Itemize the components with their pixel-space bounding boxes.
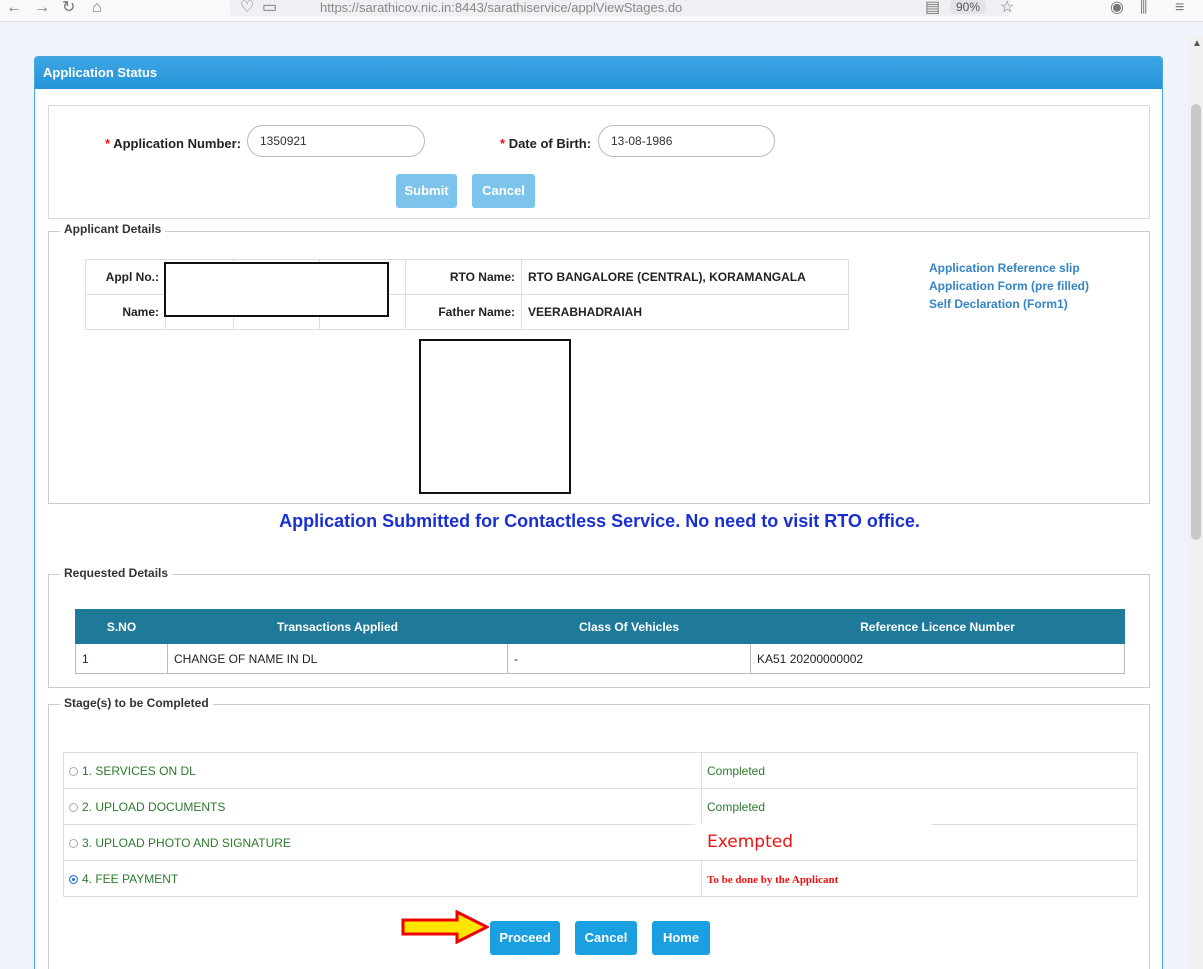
requested-details-table: S.NO Transactions Applied Class Of Vehic… <box>75 609 1125 674</box>
col-sno: S.NO <box>75 609 168 644</box>
appl-no-label: Appl No.: <box>85 259 166 295</box>
scrollbar-thumb[interactable] <box>1191 104 1201 540</box>
father-name-value: VEERABHADRAIAH <box>521 294 849 330</box>
cell-sno: 1 <box>75 643 168 674</box>
application-form-link[interactable]: Application Form (pre filled) <box>929 279 1089 293</box>
library-icon[interactable]: ⫼ <box>1140 0 1147 16</box>
search-form <box>48 105 1150 219</box>
scroll-up-icon[interactable]: ▲ <box>1192 38 1202 49</box>
panel-title: Application Status <box>35 57 1162 89</box>
zoom-level[interactable]: 90% <box>950 0 987 14</box>
url-text[interactable]: https://sarathicov.nic.in:8443/sarathise… <box>320 0 682 15</box>
stage-status: To be done by the Applicant <box>701 860 1138 897</box>
stage-label[interactable]: 3. UPLOAD PHOTO AND SIGNATURE <box>63 824 702 861</box>
menu-icon[interactable]: ≡ <box>1175 0 1184 16</box>
father-name-label: Father Name: <box>405 294 522 330</box>
stage-row[interactable]: 2. UPLOAD DOCUMENTS Completed <box>63 788 1138 825</box>
application-status-panel: Application Status * Application Number:… <box>34 56 1163 969</box>
table-row: 1 CHANGE OF NAME IN DL - KA51 2020000000… <box>75 643 1125 674</box>
date-of-birth-input[interactable]: 13-08-1986 <box>598 125 775 157</box>
stages-table: 1. SERVICES ON DL Completed 2. UPLOAD DO… <box>63 752 1138 897</box>
stage-status: Completed <box>701 788 1138 825</box>
home-button[interactable]: Home <box>652 921 710 955</box>
forward-icon[interactable]: → <box>34 0 50 16</box>
pocket-icon[interactable]: ◉ <box>1110 0 1124 16</box>
cell-ref-licence: KA51 20200000002 <box>750 643 1125 674</box>
table-header-row: S.NO Transactions Applied Class Of Vehic… <box>75 609 1125 644</box>
cancel-button[interactable]: Cancel <box>575 921 637 955</box>
reload-icon[interactable]: ↻ <box>62 0 75 16</box>
stage-row[interactable]: 4. FEE PAYMENT To be done by the Applica… <box>63 860 1138 897</box>
lock-icon[interactable]: ▭ <box>262 0 277 16</box>
requested-details-legend: Requested Details <box>60 566 173 580</box>
stage-radio-selected[interactable] <box>69 874 78 884</box>
proceed-button[interactable]: Proceed <box>490 921 560 955</box>
stage-label[interactable]: 1. SERVICES ON DL <box>63 752 702 789</box>
cancel-search-button[interactable]: Cancel <box>472 174 535 208</box>
browser-toolbar: ← → ↻ ⌂ ♡ ▭ https://sarathicov.nic.in:84… <box>0 0 1203 22</box>
back-icon[interactable]: ← <box>6 0 22 16</box>
reader-icon[interactable]: ▤ <box>925 0 940 16</box>
application-number-input[interactable]: 1350921 <box>247 125 425 157</box>
name-label: Name: <box>85 294 166 330</box>
stage-radio[interactable] <box>69 802 78 812</box>
exempted-note: Exempted <box>707 832 794 852</box>
stage-radio[interactable] <box>69 838 78 848</box>
col-class-of-vehicles: Class Of Vehicles <box>507 609 751 644</box>
annotation-arrow-icon <box>401 910 489 944</box>
col-transactions: Transactions Applied <box>167 609 508 644</box>
self-declaration-link[interactable]: Self Declaration (Form1) <box>929 297 1068 311</box>
home-icon[interactable]: ⌂ <box>92 0 102 16</box>
rto-name-label: RTO Name: <box>405 259 522 295</box>
reference-slip-link[interactable]: Application Reference slip <box>929 261 1080 275</box>
contactless-notice: Application Submitted for Contactless Se… <box>279 511 920 531</box>
rto-name-value: RTO BANGALORE (CENTRAL), KORAMANGALA <box>521 259 849 295</box>
shield-icon[interactable]: ♡ <box>240 0 254 16</box>
stage-row[interactable]: 3. UPLOAD PHOTO AND SIGNATURE <box>63 824 1138 861</box>
submit-button[interactable]: Submit <box>396 174 457 208</box>
application-number-label: * Application Number: <box>105 136 242 151</box>
stage-status: Completed <box>701 752 1138 789</box>
cell-cov: - <box>507 643 751 674</box>
cell-transaction: CHANGE OF NAME IN DL <box>167 643 508 674</box>
date-of-birth-label: * Date of Birth: <box>500 136 592 151</box>
stage-label[interactable]: 4. FEE PAYMENT <box>63 860 702 897</box>
stage-radio[interactable] <box>69 766 78 776</box>
stages-legend: Stage(s) to be Completed <box>60 696 213 710</box>
redaction-box <box>164 262 389 317</box>
photo-redaction-box <box>419 339 571 494</box>
applicant-details-legend: Applicant Details <box>60 222 166 236</box>
col-reference-licence: Reference Licence Number <box>750 609 1125 644</box>
stage-label[interactable]: 2. UPLOAD DOCUMENTS <box>63 788 702 825</box>
bookmark-star-icon[interactable]: ☆ <box>1000 0 1014 16</box>
stage-row[interactable]: 1. SERVICES ON DL Completed <box>63 752 1138 789</box>
